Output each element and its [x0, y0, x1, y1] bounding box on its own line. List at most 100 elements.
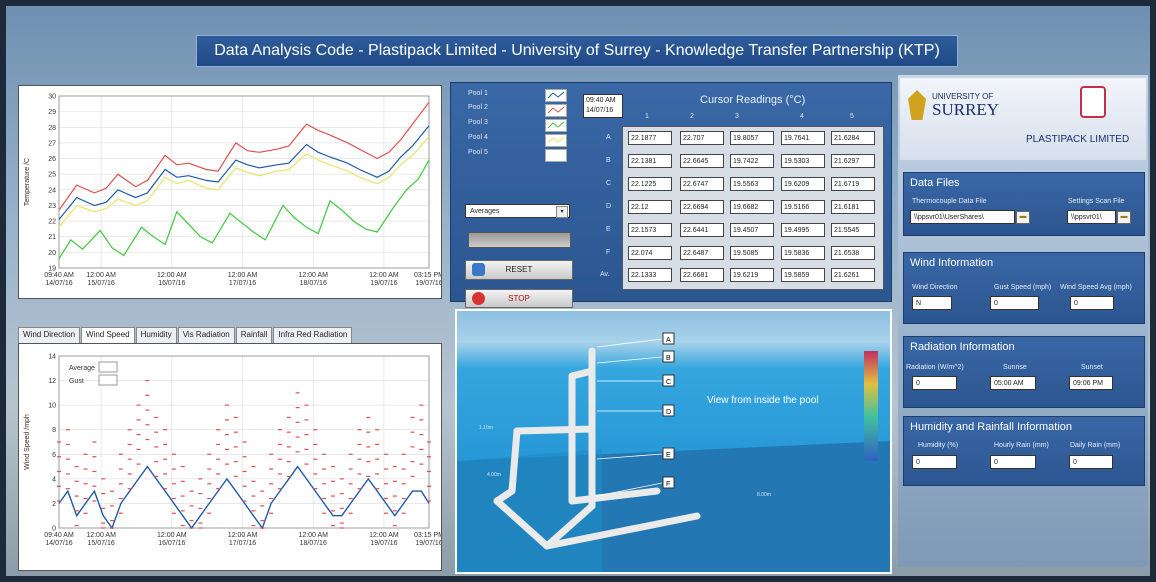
pool-5-label: Pool 5 — [468, 149, 488, 156]
series-line-average — [58, 465, 430, 530]
wind-direction-field[interactable]: N — [912, 296, 952, 310]
gust-point — [427, 456, 431, 458]
series-line-pool-4 — [58, 136, 430, 228]
radiation-field[interactable]: 0 — [912, 376, 957, 390]
tab-wind-speed[interactable]: Wind Speed — [81, 327, 135, 343]
gust-speed-label: Gust Speed (mph) — [994, 284, 1052, 291]
gust-point — [348, 453, 353, 455]
gust-point — [101, 507, 106, 509]
x-tick-label: 17/07/16 — [229, 280, 256, 287]
hourly-rain-field[interactable]: 0 — [990, 455, 1036, 469]
gust-point — [171, 497, 176, 500]
gust-point — [269, 512, 274, 514]
pool-1-plot-swatch[interactable] — [545, 89, 567, 102]
daily-rain-field[interactable]: 0 — [1069, 455, 1113, 469]
thermocouple-file-input[interactable]: \\ppsvr01\UserShares\ — [910, 210, 1015, 224]
cursor-date: 14/07/16 — [586, 107, 614, 114]
reading-cell: 21.6181 — [831, 200, 875, 214]
gust-point — [242, 441, 247, 443]
humidity-field[interactable]: 0 — [912, 455, 957, 469]
gust-point — [154, 431, 159, 433]
gust-point — [189, 505, 194, 507]
gust-speed-field[interactable]: 0 — [990, 296, 1039, 310]
gust-point — [118, 512, 123, 514]
gust-point — [233, 431, 238, 433]
gust-point — [92, 485, 97, 487]
x-tick-label: 12:00 AM — [157, 272, 187, 279]
pool-2-plot-swatch[interactable] — [545, 104, 567, 117]
row-label: B — [606, 157, 611, 164]
pool-3-plot-swatch[interactable] — [545, 119, 567, 132]
gust-point — [242, 485, 247, 487]
gust-point — [101, 493, 106, 495]
gust-point — [348, 497, 353, 500]
temperature-chart[interactable]: 19202122232425262728293009:40 AM14/07/16… — [19, 86, 444, 298]
gust-point — [189, 520, 194, 522]
y-axis-label: Temperature /C — [24, 158, 31, 206]
gust-point — [313, 473, 318, 475]
cursor-timestamp: 09:40 AM 14/07/16 — [583, 94, 623, 118]
reset-button[interactable]: RESET — [465, 260, 573, 280]
gust-point — [401, 468, 406, 470]
folder-icon[interactable]: ▬ — [1117, 211, 1131, 224]
reading-cell: 22.12 — [628, 200, 672, 214]
wind-speed-chart[interactable]: 0246810121409:40 AM14/07/1612:00 AM15/07… — [19, 344, 444, 570]
averages-select[interactable]: Averages ▾ — [465, 204, 570, 218]
gust-point — [383, 512, 388, 514]
gust-point — [392, 480, 397, 482]
gust-point — [180, 510, 185, 512]
gust-point — [145, 394, 150, 396]
y-tick-label: 25 — [48, 172, 56, 179]
gust-point — [260, 520, 265, 522]
sunrise-field[interactable]: 05:00 AM — [990, 376, 1036, 390]
wind-speed-avg-field[interactable]: 0 — [1070, 296, 1114, 310]
gust-point — [127, 429, 132, 431]
pool-3d-view[interactable]: View from inside the pool A B C D E F 1.… — [455, 309, 892, 574]
gust-point — [127, 458, 132, 460]
y-tick-label: 22 — [48, 219, 56, 226]
gust-point — [163, 458, 168, 460]
gust-point — [419, 463, 424, 465]
sunset-field[interactable]: 09:06 PM — [1069, 376, 1113, 390]
gust-point — [286, 431, 291, 433]
gust-point — [83, 497, 88, 500]
stop-button[interactable]: STOP — [465, 289, 573, 308]
pool-5-plot-swatch[interactable] — [545, 149, 567, 162]
tab-infra-red-radiation[interactable]: Infra Red Radiation — [273, 327, 353, 343]
pool-1-label: Pool 1 — [468, 90, 488, 97]
gust-point — [330, 524, 335, 527]
temperature-chart-panel: 19 20 21 22 23 24 25 26 27 28 29 30 09:40 AM 14/07/16… — [18, 85, 444, 299]
gust-point — [357, 443, 362, 446]
gust-point — [154, 461, 159, 463]
row-label: E — [606, 226, 611, 233]
settings-file-input[interactable]: \\ppsvr01\ — [1067, 210, 1116, 224]
y-tick-label: 12 — [48, 378, 56, 385]
stop-button-label: STOP — [508, 294, 530, 303]
tab-vis-radiation[interactable]: Vis Radiation — [177, 327, 235, 343]
x-tick-label: 12:00 AM — [369, 532, 399, 539]
x-tick-label: 19/07/16 — [415, 540, 441, 547]
gust-point — [207, 453, 212, 455]
tab-rainfall[interactable]: Rainfall — [235, 327, 273, 343]
reading-cell: 22.6694 — [680, 200, 724, 214]
reading-cell: 21.5545 — [831, 223, 875, 237]
gust-point — [136, 448, 141, 450]
legend-label: Gust — [69, 378, 84, 385]
gust-point — [198, 507, 203, 509]
tab-humidity[interactable]: Humidity — [135, 327, 177, 343]
pool-4-plot-swatch[interactable] — [545, 134, 567, 147]
folder-icon[interactable]: ▬ — [1016, 211, 1030, 224]
gust-point — [348, 483, 353, 485]
gust-point — [357, 488, 362, 490]
y-tick-label: 4 — [52, 476, 56, 483]
gust-point — [224, 419, 229, 421]
gust-point — [110, 505, 115, 507]
pool-4-label: Pool 4 — [468, 134, 488, 141]
y-tick-label: 20 — [48, 250, 56, 257]
dropdown-arrow-icon[interactable]: ▾ — [556, 206, 568, 218]
reset-button-label: RESET — [505, 265, 533, 274]
gust-point — [163, 473, 168, 475]
tab-wind-direction[interactable]: Wind Direction — [18, 327, 81, 343]
radiation-label: Radiation (W/m^2) — [906, 364, 964, 371]
gust-point — [198, 493, 203, 495]
